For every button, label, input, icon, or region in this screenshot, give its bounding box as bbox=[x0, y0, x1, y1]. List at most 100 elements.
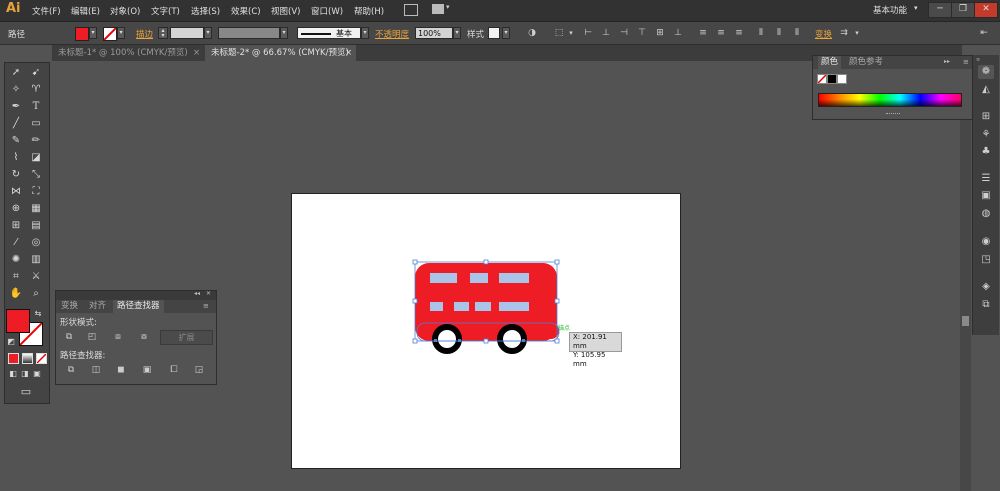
none-color-chip[interactable] bbox=[817, 74, 827, 84]
draw-inside-icon[interactable]: ▣ bbox=[30, 367, 44, 381]
stroke-weight-stepper[interactable]: ▴ ▾ bbox=[158, 27, 168, 39]
align-top-icon[interactable]: ⊤ bbox=[636, 27, 648, 39]
pen-tool-icon[interactable]: ✒ bbox=[9, 100, 23, 114]
width-tool-icon[interactable]: ⋈ bbox=[9, 185, 23, 199]
graphic-style-swatch[interactable] bbox=[488, 27, 500, 39]
distribute-right-icon[interactable]: ⦀ bbox=[791, 27, 803, 39]
distribute-bottom-icon[interactable]: ≡ bbox=[733, 27, 745, 39]
align-right-icon[interactable]: ⊣ bbox=[618, 27, 630, 39]
gradient-tool-icon[interactable]: ▤ bbox=[29, 219, 43, 233]
opacity-input[interactable]: 100% bbox=[415, 27, 453, 39]
menu-window[interactable]: 窗口(W) bbox=[311, 5, 343, 17]
menu-view[interactable]: 视图(V) bbox=[271, 5, 300, 17]
close-window-button[interactable]: ✕ bbox=[974, 2, 998, 18]
hand-tool-icon[interactable]: ✋ bbox=[9, 287, 23, 301]
merge-icon[interactable]: ◼ bbox=[115, 365, 127, 375]
outline-icon[interactable]: ⧠ bbox=[168, 365, 180, 375]
expand-button[interactable]: 扩展 bbox=[160, 330, 213, 345]
pencil-icon[interactable]: ✏ bbox=[29, 134, 43, 148]
brushes-dock-icon[interactable]: ⚘ bbox=[978, 128, 994, 142]
transform-label[interactable]: 变换 bbox=[815, 28, 832, 40]
symbol-sprayer-icon[interactable]: ✺ bbox=[9, 253, 23, 267]
color-mode-icon[interactable] bbox=[8, 353, 19, 364]
distribute-left-icon[interactable]: ⦀ bbox=[755, 27, 767, 39]
minimize-button[interactable]: ─ bbox=[928, 2, 952, 18]
menu-effect[interactable]: 效果(C) bbox=[231, 5, 261, 17]
shape-builder-icon[interactable]: ⊕ bbox=[9, 202, 23, 216]
menu-edit[interactable]: 编辑(E) bbox=[71, 5, 100, 17]
blob-brush-icon[interactable]: ⌇ bbox=[9, 151, 23, 165]
close-icon[interactable]: ✕ bbox=[206, 290, 211, 297]
scrollbar-thumb[interactable] bbox=[962, 316, 969, 326]
zoom-tool-icon[interactable]: ⌕ bbox=[29, 287, 43, 301]
collapse-icon[interactable]: ◂◂ bbox=[194, 290, 200, 297]
white-color-chip[interactable] bbox=[837, 74, 847, 84]
dock-menu-icon[interactable]: ≡ bbox=[976, 57, 982, 63]
align-vcenter-icon[interactable]: ⊞ bbox=[654, 27, 666, 39]
fill-dropdown-icon[interactable]: ▾ bbox=[89, 27, 97, 39]
color-guide-dock-icon[interactable]: ◭ bbox=[978, 83, 994, 97]
graph-tool-icon[interactable]: ▥ bbox=[29, 253, 43, 267]
tab-document-2[interactable]: 未标题-2* @ 66.67% (CMYK/预览) × bbox=[205, 45, 356, 61]
cc-libraries-dock-icon[interactable]: ⊞ bbox=[978, 110, 994, 124]
bus-bumper[interactable] bbox=[525, 323, 559, 339]
crop-icon[interactable]: ▣ bbox=[141, 365, 153, 375]
selection-tool-icon[interactable]: ➚ bbox=[9, 66, 23, 80]
trim-icon[interactable]: ◫ bbox=[90, 365, 102, 375]
vertical-scrollbar[interactable] bbox=[960, 62, 971, 491]
magic-wand-icon[interactable]: ✧ bbox=[9, 83, 23, 97]
intersect-icon[interactable]: ⧈ bbox=[112, 332, 124, 342]
blend-tool-icon[interactable]: ◎ bbox=[29, 236, 43, 250]
mesh-tool-icon[interactable]: ⊞ bbox=[9, 219, 23, 233]
swap-fill-stroke-icon[interactable]: ⇆ bbox=[31, 307, 45, 321]
align-to-icon[interactable]: ⬚ bbox=[553, 27, 565, 39]
perspective-grid-icon[interactable]: ▦ bbox=[29, 202, 43, 216]
tab-transform[interactable]: 变换 bbox=[61, 300, 78, 313]
none-mode-icon[interactable] bbox=[36, 353, 47, 364]
stroke-dropdown-icon[interactable]: ▾ bbox=[117, 27, 125, 39]
front-wheel[interactable] bbox=[432, 324, 462, 354]
opacity-label[interactable]: 不透明度 bbox=[375, 28, 409, 40]
minus-back-icon[interactable]: ◲ bbox=[193, 365, 205, 375]
isolate-icon[interactable]: ⇉ bbox=[838, 27, 850, 39]
transparency-dock-icon[interactable]: ◍ bbox=[978, 207, 994, 221]
menu-help[interactable]: 帮助(H) bbox=[354, 5, 384, 17]
tab-document-1[interactable]: 未标题-1* @ 100% (CMYK/预览) × bbox=[52, 45, 204, 61]
exclude-icon[interactable]: ⧇ bbox=[138, 332, 150, 342]
scale-tool-icon[interactable]: ⤡ bbox=[29, 168, 43, 182]
distribute-top-icon[interactable]: ≡ bbox=[697, 27, 709, 39]
layers-dock-icon[interactable]: ◈ bbox=[978, 280, 994, 294]
bus-artwork[interactable] bbox=[405, 255, 575, 357]
symbols-dock-icon[interactable]: ♣ bbox=[978, 145, 994, 159]
line-tool-icon[interactable]: ╱ bbox=[9, 117, 23, 131]
tab-align[interactable]: 对齐 bbox=[89, 300, 106, 313]
panel-resize-grip[interactable] bbox=[886, 113, 900, 116]
stroke-weight-dropdown-icon[interactable]: ▾ bbox=[204, 27, 212, 39]
fill-color-swatch[interactable] bbox=[75, 27, 89, 41]
color-dock-icon[interactable]: ❁ bbox=[978, 65, 994, 79]
close-icon[interactable]: × bbox=[193, 45, 200, 61]
workspace-switcher[interactable]: 基本功能 bbox=[873, 4, 907, 16]
menu-file[interactable]: 文件(F) bbox=[32, 5, 61, 17]
bridge-icon[interactable] bbox=[404, 4, 418, 16]
gradient-dock-icon[interactable]: ▣ bbox=[978, 189, 994, 203]
tab-color-guide[interactable]: 颜色参考 bbox=[849, 56, 883, 69]
gradient-mode-icon[interactable] bbox=[22, 353, 33, 364]
align-hcenter-icon[interactable]: ⊥ bbox=[600, 27, 612, 39]
style-dropdown-icon[interactable]: ▾ bbox=[502, 27, 510, 39]
width-profile-dropdown-icon[interactable]: ▾ bbox=[280, 27, 288, 39]
unite-icon[interactable]: ⧉ bbox=[63, 332, 75, 342]
isolate-dropdown-icon[interactable]: ▾ bbox=[851, 27, 863, 39]
menu-object[interactable]: 对象(O) bbox=[110, 5, 140, 17]
panel-menu-icon[interactable]: ≡ bbox=[963, 58, 969, 66]
fill-swatch-front[interactable] bbox=[6, 309, 30, 333]
type-tool-icon[interactable]: T bbox=[29, 100, 43, 114]
distribute-vcenter-icon[interactable]: ≡ bbox=[715, 27, 727, 39]
free-transform-icon[interactable]: ⛶ bbox=[29, 185, 43, 199]
stroke-label[interactable]: 描边 bbox=[136, 28, 153, 40]
menu-select[interactable]: 选择(S) bbox=[191, 5, 220, 17]
rear-wheel[interactable] bbox=[497, 324, 527, 354]
align-to-dropdown-icon[interactable]: ▾ bbox=[565, 27, 577, 39]
artboards-dock-icon[interactable]: ⧉ bbox=[978, 298, 994, 312]
slice-tool-icon[interactable]: ⚔ bbox=[29, 270, 43, 284]
